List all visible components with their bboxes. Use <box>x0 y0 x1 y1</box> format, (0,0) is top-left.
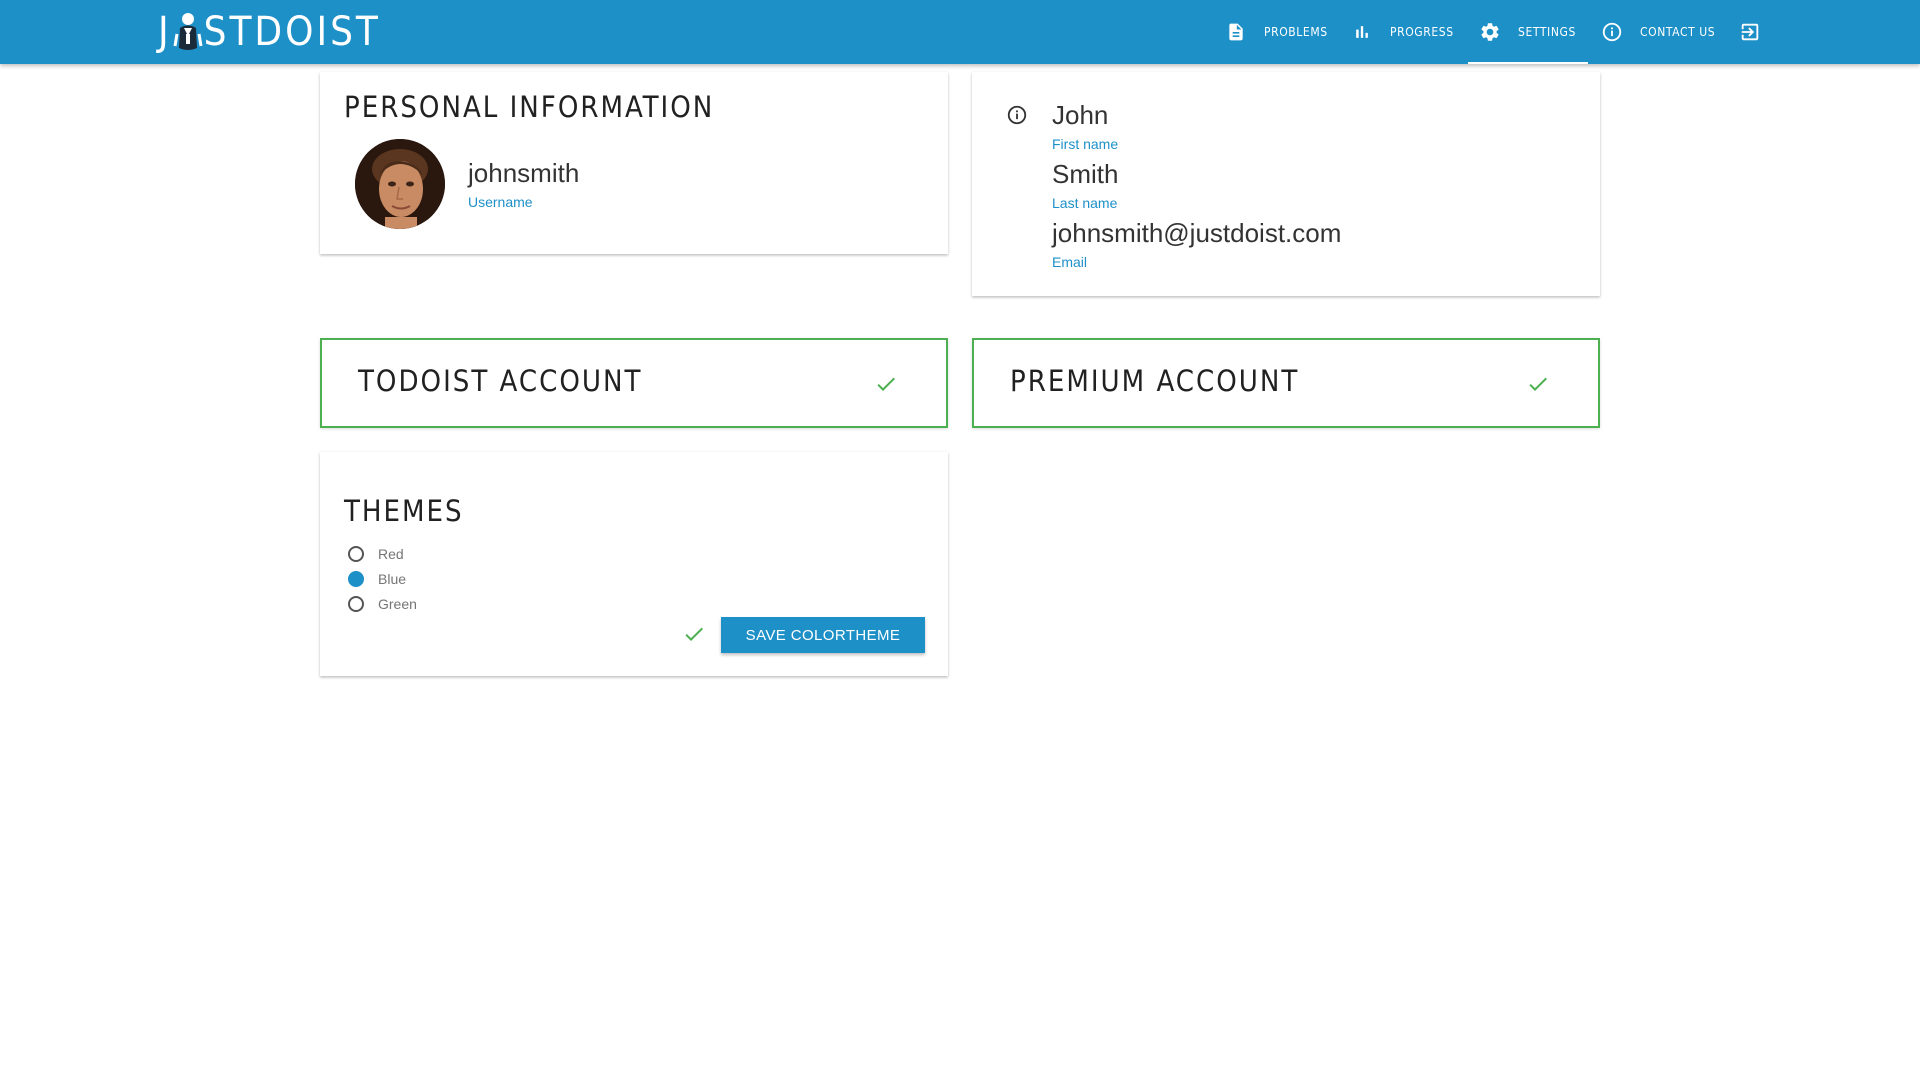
radio-button-selected[interactable] <box>348 571 364 587</box>
app-bar: J STDOIST PROBLEMS PROGRESS SETTINGS CON… <box>0 0 1920 64</box>
email-label: Email <box>1052 254 1088 270</box>
nav-problems[interactable]: PROBLEMS <box>1224 0 1328 64</box>
gear-icon <box>1478 20 1502 44</box>
nav-problems-label: PROBLEMS <box>1264 25 1328 39</box>
theme-option-red[interactable]: Red <box>348 544 404 564</box>
last-name-value: Smith <box>1052 159 1119 189</box>
personal-information-card: PERSONAL INFORMATION johnsmith Username <box>320 72 948 254</box>
themes-title: THEMES <box>344 494 464 528</box>
logo-text-start: J <box>158 9 172 55</box>
premium-account-card: PREMIUM ACCOUNT <box>972 338 1600 428</box>
avatar <box>355 139 445 229</box>
nav-settings-label: SETTINGS <box>1518 25 1576 39</box>
theme-option-blue[interactable]: Blue <box>348 569 406 589</box>
info-icon <box>1600 20 1624 44</box>
document-icon <box>1224 20 1248 44</box>
save-colortheme-button[interactable]: SAVE COLORTHEME <box>721 617 925 653</box>
logo-mascot-icon <box>173 10 203 54</box>
nav-progress-label: PROGRESS <box>1390 25 1454 39</box>
theme-option-label: Red <box>378 546 404 562</box>
radio-button[interactable] <box>348 546 364 562</box>
radio-button[interactable] <box>348 596 364 612</box>
theme-option-label: Green <box>378 596 417 612</box>
nav-contact-us[interactable]: CONTACT US <box>1600 0 1715 64</box>
first-name-value: John <box>1052 100 1109 130</box>
info-icon <box>1006 104 1028 126</box>
theme-option-label: Blue <box>378 571 407 587</box>
todoist-account-title: TODOIST ACCOUNT <box>358 364 643 398</box>
app-logo[interactable]: J STDOIST <box>158 6 381 58</box>
first-name-label: First name <box>1052 136 1119 152</box>
logo-text-end: STDOIST <box>203 9 381 55</box>
premium-account-title: PREMIUM ACCOUNT <box>1010 364 1300 398</box>
nav-contact-us-label: CONTACT US <box>1640 25 1716 39</box>
check-icon <box>1526 372 1550 396</box>
nav-settings[interactable]: SETTINGS <box>1468 0 1588 64</box>
username-value: johnsmith <box>468 158 580 188</box>
username-label: Username <box>468 194 533 210</box>
theme-option-green[interactable]: Green <box>348 594 417 614</box>
logout-button[interactable] <box>1738 0 1762 64</box>
nav-progress[interactable]: PROGRESS <box>1350 0 1454 64</box>
logout-icon <box>1738 20 1762 44</box>
check-icon <box>682 622 706 646</box>
bar-chart-icon <box>1350 20 1374 44</box>
todoist-account-card: TODOIST ACCOUNT <box>320 338 948 428</box>
contact-details-card: John First name Smith Last name johnsmit… <box>972 72 1600 296</box>
last-name-label: Last name <box>1052 195 1118 211</box>
check-icon <box>874 372 898 396</box>
personal-information-title: PERSONAL INFORMATION <box>344 90 715 124</box>
email-value: johnsmith@justdoist.com <box>1052 218 1342 248</box>
themes-card: THEMES Red Blue Green SAVE COLORTHEME <box>320 452 948 676</box>
